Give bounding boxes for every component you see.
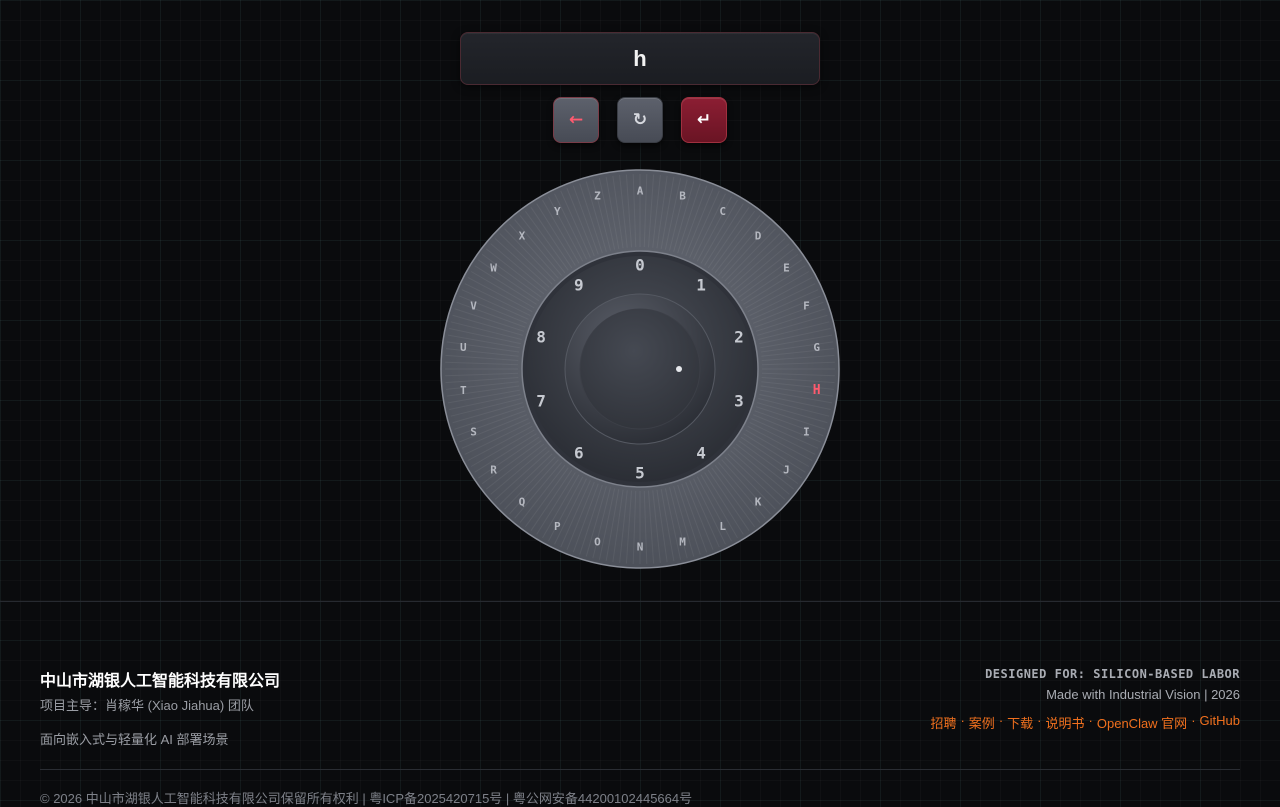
dial-letter-o[interactable]: O bbox=[594, 535, 601, 548]
enter-button[interactable]: ↵ bbox=[681, 97, 727, 143]
dial-letter-v[interactable]: V bbox=[470, 299, 477, 312]
link-openclaw[interactable]: OpenClaw 官网 bbox=[1097, 713, 1187, 732]
dial-letter-s[interactable]: S bbox=[470, 426, 477, 439]
dial-letter-h[interactable]: H bbox=[813, 383, 821, 398]
dial-digit-6[interactable]: 6 bbox=[574, 444, 584, 463]
dial-letter-f[interactable]: F bbox=[803, 299, 810, 312]
dial-letter-n[interactable]: N bbox=[637, 541, 644, 554]
dial-letter-a[interactable]: A bbox=[637, 185, 644, 198]
dial-letter-p[interactable]: P bbox=[554, 520, 561, 533]
knob-indicator bbox=[676, 366, 682, 372]
link-cases[interactable]: 案例 bbox=[969, 713, 995, 732]
company-name: 中山市湖银人工智能科技有限公司 bbox=[40, 673, 281, 690]
dial-digit-7[interactable]: 7 bbox=[536, 392, 546, 411]
made-with: Made with Industrial Vision | 2026 bbox=[1046, 687, 1240, 702]
dial-letter-i[interactable]: I bbox=[803, 426, 810, 439]
footer-divider bbox=[0, 601, 1280, 602]
dial-letter-q[interactable]: Q bbox=[519, 496, 526, 509]
dial-letter-g[interactable]: G bbox=[813, 341, 820, 354]
footer-links: 招聘 · 案例 · 下载 · 说明书 · OpenClaw 官网 · GitHub bbox=[930, 713, 1240, 732]
dial-letter-u[interactable]: U bbox=[460, 341, 467, 354]
input-value: h bbox=[633, 45, 647, 71]
backspace-button[interactable]: ← bbox=[553, 97, 599, 143]
dial-digit-9[interactable]: 9 bbox=[574, 275, 584, 294]
rotary-dial[interactable]: A B C D E F G H I J K L M N O P Q R S T U V W X Y Z 0 1 2 3 4 5 6 7 8 9 bbox=[440, 169, 840, 569]
reset-button[interactable]: ↻ bbox=[617, 97, 663, 143]
refresh-icon: ↻ bbox=[632, 110, 648, 130]
link-separator: · bbox=[960, 713, 965, 728]
dial-digit-3[interactable]: 3 bbox=[734, 392, 744, 411]
dial-letter-e[interactable]: E bbox=[783, 261, 790, 274]
dial-digit-8[interactable]: 8 bbox=[536, 327, 546, 346]
dial-letter-m[interactable]: M bbox=[679, 535, 686, 548]
dial-letter-c[interactable]: C bbox=[719, 205, 726, 218]
dial-letter-r[interactable]: R bbox=[490, 464, 497, 477]
bottom-divider bbox=[40, 769, 1240, 770]
link-separator: · bbox=[1037, 713, 1042, 728]
dial-digit-1[interactable]: 1 bbox=[696, 275, 706, 294]
dial-letter-z[interactable]: Z bbox=[594, 190, 601, 203]
dial-letter-k[interactable]: K bbox=[755, 496, 762, 509]
arrow-left-icon: ← bbox=[568, 110, 584, 130]
copyright: © 2026 中山市湖银人工智能科技有限公司保留所有权利 | 粤ICP备2025… bbox=[40, 791, 693, 806]
dial-letter-t[interactable]: T bbox=[460, 384, 467, 397]
project-lead: 项目主导：肖稼华 (Xiao Jiahua) 团队 bbox=[40, 698, 254, 713]
link-separator: · bbox=[1088, 713, 1093, 728]
dial-letter-b[interactable]: B bbox=[679, 190, 686, 203]
dial-graphic: A B C D E F G H I J K L M N O P Q R S T U V W X Y Z 0 1 2 3 4 5 6 7 8 9 bbox=[440, 169, 840, 569]
dial-letter-d[interactable]: D bbox=[755, 229, 762, 242]
link-github[interactable]: GitHub bbox=[1200, 713, 1240, 732]
dial-digit-5[interactable]: 5 bbox=[635, 464, 645, 483]
dial-letter-w[interactable]: W bbox=[490, 261, 497, 274]
link-download[interactable]: 下载 bbox=[1007, 713, 1033, 732]
dial-letter-l[interactable]: L bbox=[719, 520, 726, 533]
dial-digit-2[interactable]: 2 bbox=[734, 327, 744, 346]
dial-letter-y[interactable]: Y bbox=[554, 205, 561, 218]
link-separator: · bbox=[1191, 713, 1196, 728]
tagline: 面向嵌入式与轻量化 AI 部署场景 bbox=[40, 732, 229, 747]
link-jobs[interactable]: 招聘 bbox=[930, 713, 956, 732]
link-separator: · bbox=[998, 713, 1004, 728]
link-manual[interactable]: 说明书 bbox=[1046, 713, 1085, 732]
input-display: h bbox=[460, 32, 820, 85]
designed-for: DESIGNED FOR: SILICON-BASED LABOR bbox=[985, 667, 1240, 681]
dial-digit-0[interactable]: 0 bbox=[635, 256, 645, 275]
dial-digit-4[interactable]: 4 bbox=[696, 444, 706, 463]
enter-icon: ↵ bbox=[696, 110, 712, 130]
dial-letter-x[interactable]: X bbox=[519, 229, 526, 242]
dial-letter-j[interactable]: J bbox=[783, 464, 790, 477]
